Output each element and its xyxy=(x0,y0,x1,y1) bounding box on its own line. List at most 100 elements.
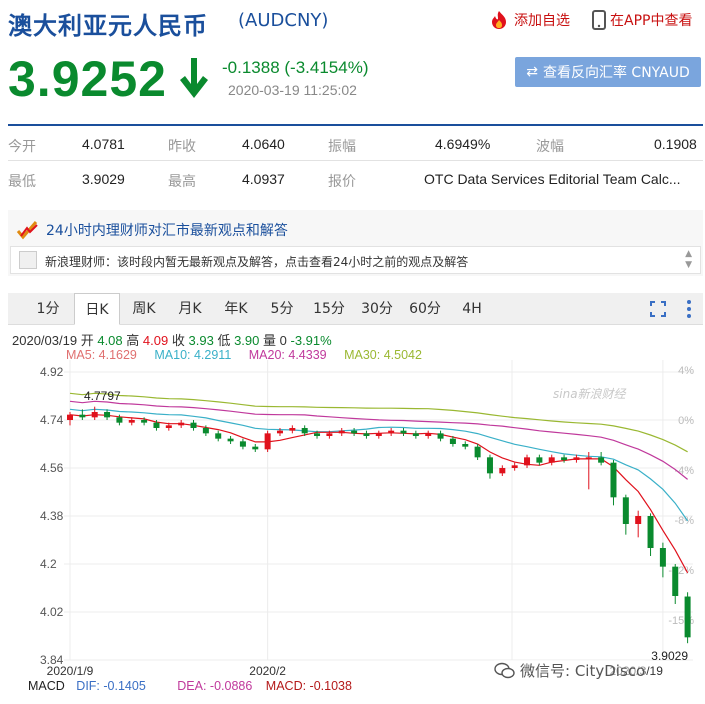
stats-row: 今开 4.0781 昨收 4.0640 振幅 4.6949% 波幅 0.1908 xyxy=(8,126,703,160)
sina-watermark: sina新浪财经 xyxy=(553,387,626,401)
scroll-control[interactable]: ▲ ▼ xyxy=(685,249,692,271)
stats-table: 今开 4.0781 昨收 4.0640 振幅 4.6949% 波幅 0.1908… xyxy=(8,124,703,194)
candle-body xyxy=(672,566,679,596)
candle-body xyxy=(239,441,246,447)
period-tabs: 1分 日K 周K 月K 年K 5分 15分 30分 60分 4H xyxy=(8,293,703,325)
advisor-message-box[interactable]: 新浪理财师：该时段内暂无最新观点及解答，点击查看24小时之前的观点及解答 ▲ ▼ xyxy=(10,246,701,274)
stat-label-prev-close: 昨收 xyxy=(168,138,196,154)
pct-tick-label: -12% xyxy=(668,565,694,577)
page-title: 澳大利亚元人民币 xyxy=(8,12,208,40)
stat-label-high: 最高 xyxy=(168,173,196,189)
candle-body xyxy=(202,428,209,434)
macd-dif: DIF: -0.1405 xyxy=(76,679,146,693)
tab-15min[interactable]: 15分 xyxy=(306,293,352,325)
candle-body xyxy=(326,433,333,436)
tab-weekly[interactable]: 周K xyxy=(122,293,166,325)
candle-body xyxy=(536,457,543,463)
candle-body xyxy=(190,422,197,428)
candle-body xyxy=(585,457,592,459)
candle-body xyxy=(289,428,296,431)
candle-body xyxy=(91,412,98,418)
candle-body xyxy=(227,438,234,442)
y-tick-label: 4.02 xyxy=(40,605,64,619)
candle-body xyxy=(314,433,321,436)
more-vertical-icon[interactable] xyxy=(686,299,692,319)
candle-body xyxy=(178,422,185,426)
tab-yearly[interactable]: 年K xyxy=(214,293,258,325)
quote-time: 2020-03-19 11:25:02 xyxy=(228,82,357,98)
macd-title: MACD xyxy=(28,679,65,693)
view-in-app-button[interactable]: 在APP中查看 xyxy=(592,10,692,30)
kline-close: 3.93 xyxy=(188,333,214,348)
y-tick-label: 4.56 xyxy=(40,461,64,475)
candle-body xyxy=(499,468,506,474)
advisor-message: 新浪理财师：该时段内暂无最新观点及解答，点击查看24小时之前的观点及解答 xyxy=(45,255,469,269)
candle-body xyxy=(598,457,605,463)
avatar xyxy=(19,251,37,269)
candle-body xyxy=(301,428,308,434)
candle-body xyxy=(351,430,358,434)
tab-4h[interactable]: 4H xyxy=(450,293,494,325)
candle-body xyxy=(165,425,172,428)
macd-dea: DEA: -0.0886 xyxy=(177,679,253,693)
kline-low-label: 低 xyxy=(217,333,231,348)
candle-body xyxy=(104,412,111,418)
tab-30min[interactable]: 30分 xyxy=(354,293,400,325)
candle-body xyxy=(610,462,617,498)
kline-close-label: 收 xyxy=(171,333,185,348)
stat-value-high: 4.0937 xyxy=(242,171,285,187)
kline-info: 2020/03/19 开 4.08 高 4.09 收 3.93 低 3.90 量… xyxy=(12,330,332,349)
kline-high: 4.09 xyxy=(142,333,169,348)
view-in-app-label: 在APP中查看 xyxy=(610,13,693,29)
candlestick-chart[interactable]: 4.924.744.564.384.24.023.844%0%-4%-8%-12… xyxy=(0,360,705,676)
candle-body xyxy=(635,516,642,524)
candle-body xyxy=(363,433,370,436)
stat-value-amplitude: 4.6949% xyxy=(435,136,491,152)
candle-body xyxy=(486,457,493,474)
stat-value-open: 4.0781 xyxy=(82,136,125,152)
advisor-panel: 24小时内理财师对汇市最新观点和解答 新浪理财师：该时段内暂无最新观点及解答，点… xyxy=(8,210,703,276)
candle-body xyxy=(684,596,691,638)
currency-code: (AUDCNY) xyxy=(238,10,329,31)
stat-label-range: 波幅 xyxy=(536,138,564,154)
candle-body xyxy=(276,430,283,434)
advisor-heading[interactable]: 24小时内理财师对汇市最新观点和解答 xyxy=(16,220,288,240)
stat-label-low: 最低 xyxy=(8,173,36,189)
reverse-rate-button[interactable]: ⇄ 查看反向汇率 CNYAUD xyxy=(515,57,701,87)
kline-low: 3.90 xyxy=(234,333,260,348)
pct-tick-label: 0% xyxy=(678,415,694,427)
x-tick-label: 2020/1/9 xyxy=(47,664,94,676)
min-price-label: 3.9029 xyxy=(651,649,688,663)
caret-down-icon[interactable]: ▼ xyxy=(685,260,692,271)
candle-body xyxy=(67,414,73,420)
tab-1min[interactable]: 1分 xyxy=(26,293,70,325)
tab-60min[interactable]: 60分 xyxy=(402,293,448,325)
candle-body xyxy=(215,433,222,439)
stat-value-source: OTC Data Services Editorial Team Calc... xyxy=(424,171,681,187)
candle-body xyxy=(647,516,654,548)
kline-high-label: 高 xyxy=(126,333,140,348)
caret-up-icon[interactable]: ▲ xyxy=(685,249,692,260)
y-tick-label: 4.38 xyxy=(40,509,64,523)
candle-body xyxy=(548,457,555,463)
candle-body xyxy=(573,457,580,460)
swap-icon: ⇄ xyxy=(526,64,538,80)
tab-daily[interactable]: 日K xyxy=(74,293,120,325)
candle-body xyxy=(388,430,395,434)
tab-5min[interactable]: 5分 xyxy=(260,293,304,325)
wechat-watermark: 微信号: CityDisco xyxy=(494,660,646,681)
y-tick-label: 4.74 xyxy=(40,413,64,427)
candle-body xyxy=(524,457,531,466)
stat-value-range: 0.1908 xyxy=(654,136,697,152)
kline-open-label: 开 xyxy=(80,333,94,348)
kline-date: 2020/03/19 xyxy=(12,333,78,348)
candle-body xyxy=(425,433,432,436)
quote-header: 澳大利亚元人民币 (AUDCNY) 添加自选 在APP中查看 xyxy=(0,0,705,42)
add-favorite-label: 添加自选 xyxy=(514,13,570,29)
candle-body xyxy=(79,414,86,418)
x-tick-label: 2020/2 xyxy=(249,664,286,676)
stat-label-source: 报价 xyxy=(328,173,356,189)
fullscreen-icon[interactable] xyxy=(650,301,666,317)
add-favorite-button[interactable]: 添加自选 xyxy=(488,10,570,30)
tab-monthly[interactable]: 月K xyxy=(168,293,212,325)
